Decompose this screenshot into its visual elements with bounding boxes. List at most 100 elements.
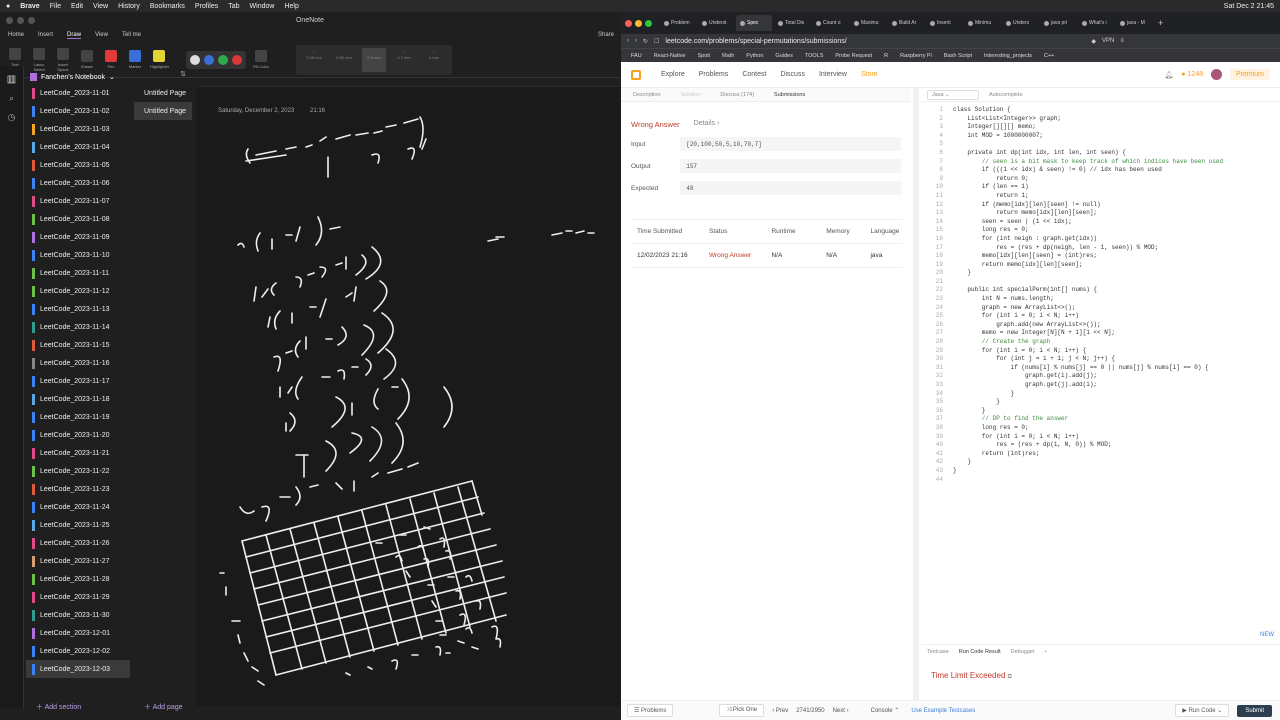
nav-discuss[interactable]: Discuss [780,71,805,78]
section-item[interactable]: LeetCode_2023-11-29 [26,588,130,606]
browser-tab[interactable]: Build Ar [888,15,924,31]
coins-count[interactable]: ● 1248 [1181,71,1203,78]
browser-tab[interactable]: Spec [736,15,772,31]
header-memory[interactable]: Memory [820,228,864,235]
highlighter-button[interactable]: Highlighter [150,50,169,69]
header-runtime[interactable]: Runtime [765,228,820,235]
browser-tab[interactable]: Minimu [964,15,1000,31]
tab-home[interactable]: Home [8,32,24,38]
bookmark-item[interactable]: Raspberry Pi [900,53,932,59]
menu-window[interactable]: Window [250,3,275,10]
section-item[interactable]: LeetCode_2023-12-01 [26,624,130,642]
bookmark-icon[interactable]: ☐ [654,38,659,45]
section-item[interactable]: LeetCode_2023-11-02 [26,102,130,120]
tab-debugger[interactable]: Debugger [1011,649,1035,655]
tab-draw[interactable]: Draw [67,32,82,39]
use-example-testcases[interactable]: Use Example Testcases [911,708,975,714]
tab-testcase[interactable]: Testcase [927,649,949,655]
bookmark-item[interactable]: Probe Request [835,53,872,59]
bookmark-item[interactable]: Guides [775,53,792,59]
cell-status[interactable]: Wrong Answer [703,252,765,259]
nav-interview[interactable]: Interview [819,71,847,78]
pen-green[interactable] [218,54,228,65]
lasso-select-button[interactable]: Lasso Select [30,47,48,72]
stroke-0[interactable]: ~0.35 mm [302,48,326,72]
menu-tab[interactable]: Tab [228,3,239,10]
browser-tab[interactable]: Total Dis [774,15,810,31]
section-item[interactable]: LeetCode_2023-11-21 [26,444,130,462]
minimize-icon[interactable] [17,16,24,24]
nav-explore[interactable]: Explore [661,71,685,78]
section-item[interactable]: LeetCode_2023-11-03 [26,120,130,138]
pen-white[interactable] [190,54,200,65]
section-item[interactable]: LeetCode_2023-11-22 [26,462,130,480]
notebook-selector[interactable]: Fanchen's Notebook ⌄ [26,70,130,84]
section-item[interactable]: LeetCode_2023-11-04 [26,138,130,156]
section-item[interactable]: LeetCode_2023-11-25 [26,516,130,534]
leetcode-logo[interactable] [631,69,641,80]
section-item[interactable]: LeetCode_2023-11-30 [26,606,130,624]
table-row[interactable]: 12/02/2023 21:16 Wrong Answer N/A N/A ja… [631,244,903,268]
add-page-button[interactable]: ＋ Add page [144,702,183,712]
section-item[interactable]: LeetCode_2023-12-03 [26,660,130,678]
pen-button[interactable]: Pen [102,50,120,69]
section-item[interactable]: LeetCode_2023-11-12 [26,282,130,300]
menu-icon[interactable]: ≡ [1120,38,1124,44]
autocomplete-toggle[interactable]: Autocomplete [989,92,1023,98]
pick-one-button[interactable]: ⤨ Pick One [719,704,765,717]
page-item-active[interactable]: Untitled Page [134,102,192,120]
stroke-1[interactable]: ~0.50 mm [332,48,356,72]
copy-icon[interactable]: ⧉ [1008,674,1012,680]
section-item[interactable]: LeetCode_2023-11-06 [26,174,130,192]
section-item[interactable]: LeetCode_2023-11-05 [26,156,130,174]
sort-icon[interactable]: ⇅ [134,70,192,84]
prev-button[interactable]: ‹ Prev [772,708,788,714]
note-canvas[interactable] [196,86,620,706]
marker-button[interactable]: Marker [126,50,144,69]
bookmark-item[interactable]: Math [722,53,734,59]
code-editor[interactable]: Java ⌄ Autocomplete 1 class Solution {2 L… [921,88,1280,644]
bookmark-item[interactable]: C++ [1044,53,1054,59]
vpn-button[interactable]: VPN [1102,38,1114,44]
section-item[interactable]: LeetCode_2023-11-13 [26,300,130,318]
bookmark-item[interactable]: Interesting_projects [984,53,1032,59]
language-select[interactable]: Java ⌄ [927,89,979,100]
minimize-icon[interactable] [635,19,642,27]
section-item[interactable]: LeetCode_2023-11-08 [26,210,130,228]
section-item[interactable]: LeetCode_2023-11-09 [26,228,130,246]
pane-divider[interactable] [913,88,919,700]
stroke-3[interactable]: ~0.7 mm [392,48,416,72]
pen-blue[interactable] [204,54,214,65]
tab-description[interactable]: Description [633,92,661,98]
menu-help[interactable]: Help [284,3,298,10]
menu-bookmarks[interactable]: Bookmarks [150,3,185,10]
section-item[interactable]: LeetCode_2023-12-02 [26,642,130,660]
stroke-4[interactable]: ~1 mm [422,48,446,72]
tab-solution[interactable]: Solution [681,92,701,98]
bookmark-item[interactable]: R [884,53,888,59]
browser-tab[interactable]: Underst [698,15,734,31]
search-icon[interactable]: ⌕ [0,93,23,104]
bookmark-item[interactable]: Spoti [698,53,711,59]
section-item[interactable]: LeetCode_2023-11-19 [26,408,130,426]
details-link[interactable]: Details › [694,120,720,129]
problems-button[interactable]: ☰ Problems [627,704,674,717]
browser-tab[interactable]: java pri [1040,15,1076,31]
console-button[interactable]: Console ⌃ [871,707,900,714]
bookmark-item[interactable]: TOOLS [805,53,824,59]
section-item[interactable]: LeetCode_2023-11-27 [26,552,130,570]
section-item[interactable]: LeetCode_2023-11-20 [26,426,130,444]
tab-insert[interactable]: Insert [38,32,53,38]
recent-icon[interactable]: ◷ [0,112,23,123]
tab-discuss[interactable]: Discuss (174) [720,92,754,98]
section-item[interactable]: LeetCode_2023-11-28 [26,570,130,588]
menu-view[interactable]: View [93,3,108,10]
section-item[interactable]: LeetCode_2023-11-23 [26,480,130,498]
maximize-icon[interactable] [28,16,35,24]
section-item[interactable]: LeetCode_2023-11-07 [26,192,130,210]
shield-icon[interactable]: ◆ [1091,38,1096,45]
run-code-button[interactable]: ▶ Run Code ⌄ [1175,704,1230,717]
bookmark-item[interactable]: Python [746,53,763,59]
browser-tab[interactable]: Maximu [850,15,886,31]
section-item[interactable]: LeetCode_2023-11-11 [26,264,130,282]
